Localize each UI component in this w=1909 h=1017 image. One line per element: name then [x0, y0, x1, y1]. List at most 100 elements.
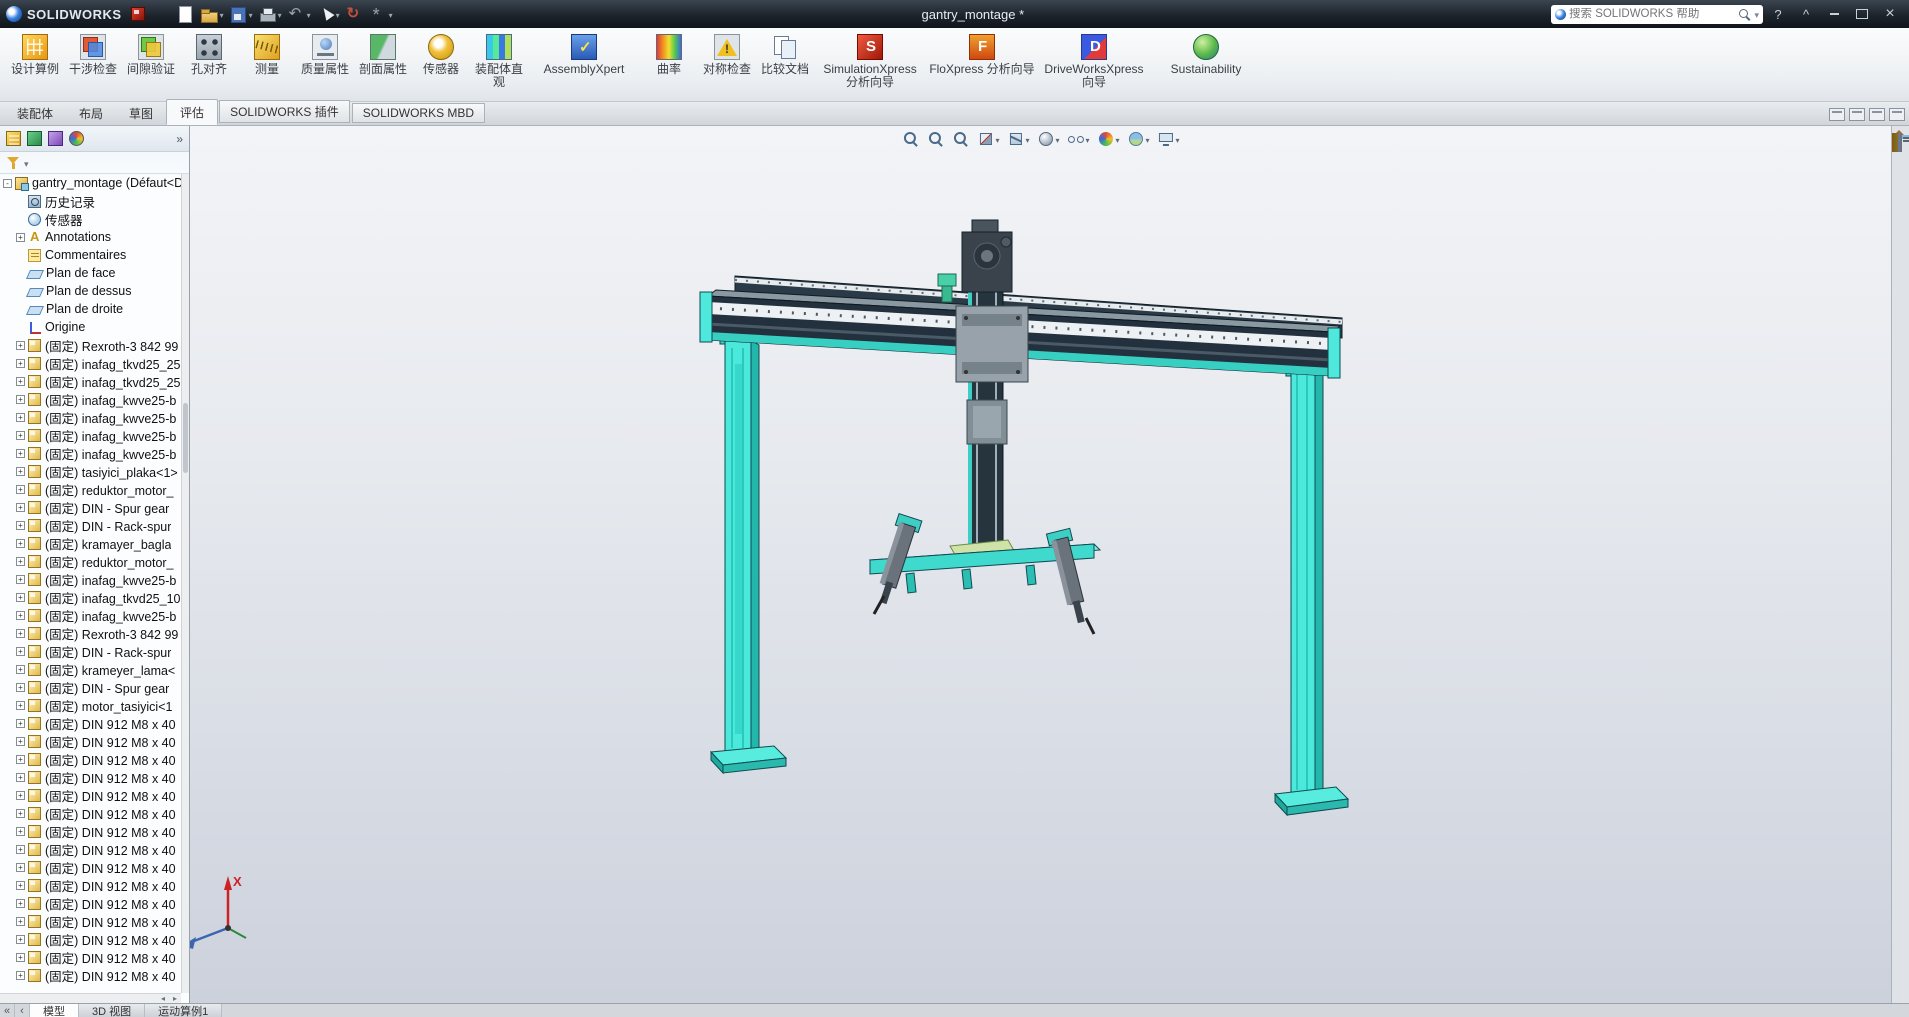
tree-item[interactable]: 历史记录 [0, 192, 181, 210]
dropdown-arrow-icon[interactable] [1176, 130, 1180, 148]
ribbon-button[interactable]: 设计算例 [6, 31, 64, 100]
tree-item[interactable]: + (固定) DIN 912 M8 x 40 [0, 894, 181, 912]
ribbon-button[interactable]: AssemblyXpert [528, 31, 640, 100]
tree-item[interactable]: + (固定) DIN 912 M8 x 40 [0, 750, 181, 768]
hud-button[interactable] [1156, 129, 1181, 149]
quick-toolbar-button[interactable] [257, 4, 282, 24]
filter-dropdown-icon[interactable] [24, 154, 29, 172]
pane-toggle-icon[interactable] [1849, 108, 1865, 121]
model-left-leg[interactable] [709, 327, 788, 775]
dropdown-arrow-icon[interactable] [389, 5, 393, 23]
tree-item[interactable]: + (固定) DIN 912 M8 x 40 [0, 732, 181, 750]
graphics-viewport[interactable]: X Z [190, 126, 1891, 1003]
expand-icon[interactable]: + [16, 934, 25, 944]
search-dropdown-icon[interactable] [1754, 5, 1759, 23]
tab-scroll-left-icon[interactable] [15, 1004, 30, 1017]
filter-funnel-icon[interactable] [6, 156, 20, 170]
hud-button[interactable] [1065, 129, 1090, 149]
expand-icon[interactable]: + [16, 466, 25, 476]
featuremanager-tab-icon[interactable] [6, 131, 21, 146]
ribbon-button[interactable]: 剖面属性 [354, 31, 412, 100]
expand-icon[interactable]: + [16, 556, 25, 566]
expand-icon[interactable]: + [16, 394, 25, 404]
tree-item[interactable]: + (固定) motor_tasiyici<1 [0, 696, 181, 714]
expand-icon[interactable]: + [16, 970, 25, 980]
expand-icon[interactable]: + [16, 682, 25, 692]
doc-close-icon[interactable] [1889, 108, 1905, 121]
model-right-leg[interactable] [1273, 357, 1350, 817]
ribbon-button[interactable]: 装配体直观 [470, 31, 528, 100]
tree-item[interactable]: + Annotations [0, 228, 181, 246]
tree-item[interactable]: Origine [0, 318, 181, 336]
ribbon-button[interactable]: 曲率 [640, 31, 698, 100]
expand-icon[interactable]: + [16, 484, 25, 494]
ribbon-button[interactable]: DriveWorksXpress 向导 [1038, 31, 1150, 100]
expand-icon[interactable]: + [16, 736, 25, 746]
propertymanager-tab-icon[interactable] [27, 131, 42, 146]
tree-item[interactable]: + (固定) DIN 912 M8 x 40 [0, 966, 181, 984]
dropdown-arrow-icon[interactable] [220, 5, 224, 23]
expand-icon[interactable]: + [16, 952, 25, 962]
expand-icon[interactable]: + [16, 916, 25, 926]
doc-restore-icon[interactable] [1869, 108, 1885, 121]
tree-item[interactable]: + (固定) Rexroth-3 842 99 [0, 624, 181, 642]
tree-item[interactable]: + (固定) DIN 912 M8 x 40 [0, 822, 181, 840]
expand-icon[interactable]: + [16, 358, 25, 368]
ribbon-button[interactable]: 质量属性 [296, 31, 354, 100]
view-tab[interactable]: 3D 视图 [79, 1004, 146, 1017]
tree-item[interactable]: + (固定) DIN 912 M8 x 40 [0, 948, 181, 966]
hud-button[interactable] [1005, 129, 1030, 149]
help-search-box[interactable] [1551, 4, 1763, 24]
panel-expand-chevron-icon[interactable] [176, 132, 183, 146]
ribbon-button[interactable]: 测量 [238, 31, 296, 100]
expand-icon[interactable]: + [16, 862, 25, 872]
tree-item[interactable]: + (固定) kramayer_bagla [0, 534, 181, 552]
ribbon-button[interactable]: 干涉检查 [64, 31, 122, 100]
expand-icon[interactable]: + [16, 628, 25, 638]
configurationmanager-tab-icon[interactable] [48, 131, 63, 146]
displaymanager-tab-icon[interactable] [69, 131, 84, 146]
search-icon[interactable] [1738, 8, 1751, 21]
dropdown-arrow-icon[interactable] [995, 130, 999, 148]
tree-item[interactable]: Plan de dessus [0, 282, 181, 300]
ribbon-button[interactable]: 对称检查 [698, 31, 756, 100]
scrollbar-thumb[interactable] [183, 403, 188, 474]
tree-item[interactable]: + (固定) DIN 912 M8 x 40 [0, 876, 181, 894]
close-button[interactable] [1877, 4, 1903, 24]
tree-vertical-scrollbar[interactable] [181, 174, 189, 993]
tree-item[interactable]: + (固定) inafag_tkvd25_10 [0, 588, 181, 606]
collapse-icon[interactable]: - [3, 178, 12, 188]
hud-button[interactable] [1035, 129, 1060, 149]
quick-toolbar-button[interactable] [199, 4, 224, 24]
tree-item[interactable]: + (固定) reduktor_motor_ [0, 480, 181, 498]
expand-icon[interactable]: + [16, 592, 25, 602]
expand-icon[interactable]: + [16, 772, 25, 782]
tree-item[interactable]: + (固定) DIN 912 M8 x 40 [0, 786, 181, 804]
gantry-3d-model[interactable]: X Z [190, 126, 1891, 1003]
tree-root-item[interactable]: - gantry_montage (Défaut<Défa [0, 174, 181, 192]
dropdown-arrow-icon[interactable] [1116, 130, 1120, 148]
dropdown-arrow-icon[interactable] [336, 5, 340, 23]
expand-icon[interactable]: + [16, 232, 25, 242]
view-tab[interactable]: 运动算例1 [145, 1004, 223, 1017]
tree-item[interactable]: + (固定) inafag_kwve25-b [0, 390, 181, 408]
expand-icon[interactable]: + [16, 718, 25, 728]
hud-button[interactable] [975, 129, 1000, 149]
dropdown-arrow-icon[interactable] [249, 5, 253, 23]
expand-icon[interactable]: + [16, 646, 25, 656]
ribbon-button[interactable]: Sustainability [1150, 31, 1262, 100]
addin-tab[interactable]: SOLIDWORKS MBD [351, 103, 486, 123]
expand-icon[interactable]: + [16, 826, 25, 836]
tree-item[interactable]: + (固定) DIN 912 M8 x 40 [0, 768, 181, 786]
expand-icon[interactable]: + [16, 808, 25, 818]
ribbon-button[interactable]: FloXpress 分析向导 [926, 31, 1038, 100]
expand-icon[interactable]: + [16, 340, 25, 350]
expand-icon[interactable]: + [16, 754, 25, 764]
command-tab[interactable]: 布局 [66, 101, 116, 125]
quick-toolbar-button[interactable] [344, 4, 364, 24]
tree-item[interactable]: Plan de face [0, 264, 181, 282]
tab-scroll-first-icon[interactable] [0, 1004, 15, 1017]
expand-icon[interactable]: + [16, 898, 25, 908]
expand-icon[interactable]: + [16, 448, 25, 458]
command-tab[interactable]: 评估 [166, 99, 219, 125]
